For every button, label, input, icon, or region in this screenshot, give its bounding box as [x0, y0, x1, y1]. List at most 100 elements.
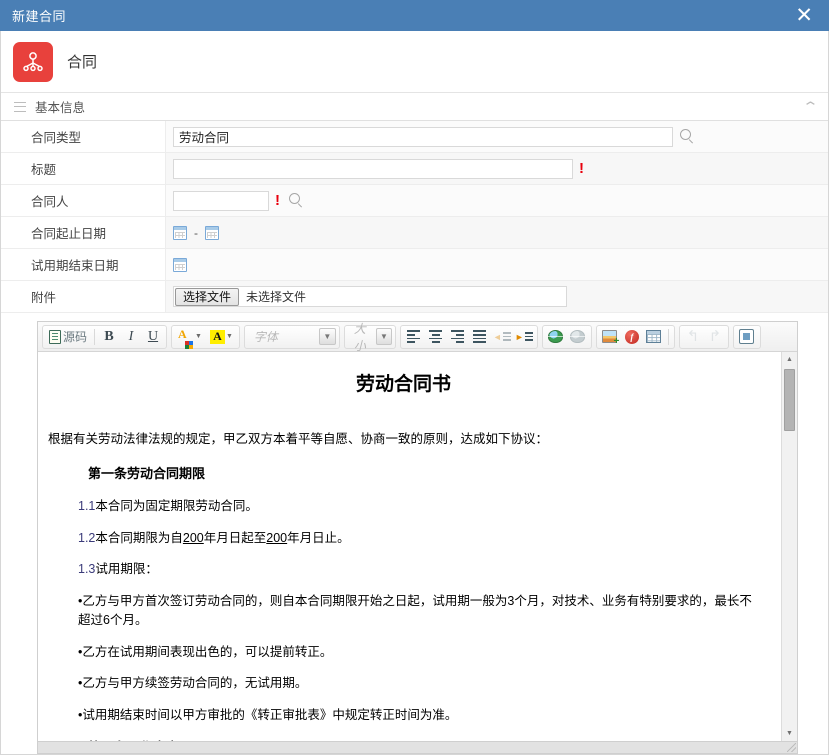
align-right-button[interactable]	[447, 327, 469, 347]
bullet-item: •试用期结束时间以甲方审批的《转正审批表》中规定转正时间为准。	[78, 708, 458, 722]
chevron-down-icon-bg-color: ▼	[225, 333, 233, 340]
undo-button[interactable]: ↰	[682, 327, 704, 347]
value-title: !	[166, 153, 828, 184]
calendar-icon-start[interactable]	[173, 225, 187, 240]
outdent-icon: ◄	[493, 332, 511, 342]
scroll-down-icon[interactable]: ▼	[782, 726, 798, 741]
label-contract-type: 合同类型	[1, 121, 166, 152]
align-justify-button[interactable]	[469, 327, 491, 347]
chevron-down-icon-size: ▼	[376, 328, 392, 345]
align-left-icon	[407, 330, 421, 343]
bullet-text: 试用期结束时间以甲方审批的《转正审批表》中规定转正时间为准。	[82, 708, 458, 722]
search-icon[interactable]	[680, 129, 695, 144]
link-globe-icon	[548, 330, 564, 343]
file-status-text: 未选择文件	[246, 290, 307, 304]
blank-year-1: 200	[182, 530, 204, 545]
font-family-value: 字体	[253, 330, 278, 344]
bullet-item: •乙方在试用期间表现出色的，可以提前转正。	[78, 644, 333, 659]
search-icon-contract-person[interactable]	[289, 193, 304, 208]
align-center-button[interactable]	[425, 327, 447, 347]
form-row-contract-type: 合同类型	[1, 121, 828, 153]
insert-link-button[interactable]	[545, 327, 567, 347]
clause-item-mid: 年月日起至	[203, 530, 267, 545]
background-color-button[interactable]: A ▼	[206, 327, 237, 347]
align-center-icon	[429, 330, 443, 343]
editor-toolbar: 源码 B I U A ▼ A ▼ 字体 ▼ 大小 ▼ ◄ ► + f ↰ ↱	[38, 322, 797, 352]
value-contract-person: !	[166, 185, 828, 216]
basic-info-form: 合同类型 标题 ! 合同人 ! 合同起止日期	[1, 121, 828, 313]
image-icon	[602, 330, 619, 347]
choose-file-button[interactable]: 选择文件	[175, 287, 240, 306]
source-button[interactable]: 源码	[45, 327, 91, 347]
redo-icon: ↱	[708, 328, 722, 345]
form-row-contract-person: 合同人 !	[1, 185, 828, 217]
font-family-select[interactable]: 字体 ▼	[243, 324, 340, 349]
toolbar-separator-media	[667, 328, 669, 345]
toolbar-group-view	[732, 324, 761, 349]
font-color-letter: A	[178, 326, 187, 341]
flash-icon: f	[624, 329, 639, 344]
toolbar-separator	[94, 328, 96, 345]
calendar-icon-probation-end[interactable]	[173, 257, 187, 272]
close-icon[interactable]: ✕	[793, 5, 815, 26]
clause-item-text: 本合同为固定期限劳动合同。	[95, 498, 258, 513]
file-input[interactable]: 选择文件 未选择文件	[173, 286, 567, 307]
font-size-select[interactable]: 大小 ▼	[343, 322, 396, 351]
clause-item-1-1: 1.1本合同为固定期限劳动合同。	[48, 497, 759, 516]
align-right-icon	[451, 330, 465, 343]
scrollbar-thumb[interactable]	[784, 369, 795, 431]
clause-item-number: 1.3	[78, 562, 96, 577]
align-left-button[interactable]	[403, 327, 425, 347]
form-row-title: 标题 !	[1, 153, 828, 185]
outdent-button[interactable]: ◄	[491, 327, 513, 347]
date-range-separator: -	[194, 225, 198, 240]
scrollbar-track[interactable]	[782, 367, 797, 741]
document-intro: 根据有关劳动法律法规的规定，甲乙双方本着平等自愿、协商一致的原则，达成如下协议：	[48, 431, 549, 446]
label-probation-end-date: 试用期结束日期	[1, 249, 166, 280]
title-input[interactable]	[173, 158, 573, 179]
resize-handle[interactable]	[787, 743, 796, 752]
form-row-attachment: 附件 选择文件 未选择文件	[1, 281, 828, 313]
required-mark-title: !	[579, 160, 584, 177]
value-contract-date-range: -	[166, 217, 828, 248]
clause-item-prefix: 本合同期限为自	[95, 530, 183, 545]
label-title: 标题	[1, 153, 166, 184]
italic-button[interactable]: I	[120, 327, 142, 347]
maximize-icon	[739, 329, 755, 344]
toolbar-group-align: ◄ ►	[399, 324, 538, 349]
section-header-basic-info[interactable]: 基本信息 ⌃	[1, 93, 828, 121]
clause-item-suffix: 年月日止。	[287, 530, 350, 545]
blank-year-2: 200	[266, 530, 288, 545]
bullet-text: 乙方与甲方首次签订劳动合同的，则自本合同期限开始之日起，试用期一般为3个月，对技…	[78, 594, 752, 627]
label-attachment: 附件	[1, 281, 166, 312]
redo-button[interactable]: ↱	[704, 327, 726, 347]
underline-button[interactable]: U	[142, 327, 164, 347]
document-title: 劳动合同书	[355, 374, 451, 395]
insert-image-button[interactable]	[599, 327, 621, 347]
background-color-icon: A	[209, 329, 225, 344]
clause-item-number: 1.2	[78, 530, 96, 545]
maximize-button[interactable]	[736, 327, 758, 347]
chevron-up-icon[interactable]: ⌃	[802, 100, 819, 113]
toolbar-group-colors: A ▼ A ▼	[171, 324, 240, 349]
bullet-item: •乙方与甲方首次签订劳动合同的，则自本合同期限开始之日起，试用期一般为3个月，对…	[78, 594, 752, 627]
contract-person-input[interactable]	[173, 190, 269, 211]
form-row-contract-date-range: 合同起止日期 -	[1, 217, 828, 249]
contract-type-input[interactable]	[173, 126, 673, 147]
calendar-icon-end[interactable]	[205, 225, 219, 240]
italic-icon: I	[128, 328, 134, 344]
editor-scrollbar[interactable]: ▲ ▼	[781, 352, 797, 741]
font-color-button[interactable]: A ▼	[174, 326, 206, 349]
indent-icon: ►	[515, 332, 533, 342]
insert-flash-button[interactable]: f	[621, 327, 643, 347]
document-content[interactable]: 劳动合同书 根据有关劳动法律法规的规定，甲乙双方本着平等自愿、协商一致的原则，达…	[38, 352, 781, 741]
clause-1-heading: 第一条劳动合同期限	[88, 466, 206, 482]
scroll-up-icon[interactable]: ▲	[782, 352, 798, 367]
insert-table-button[interactable]	[643, 327, 665, 347]
font-color-icon: A	[178, 326, 194, 349]
bold-button[interactable]: B	[98, 327, 120, 347]
clause-item-text: 试用期限：	[95, 562, 158, 577]
undo-icon: ↰	[686, 328, 700, 345]
indent-button[interactable]: ►	[513, 327, 535, 347]
remove-link-button[interactable]	[567, 327, 589, 347]
